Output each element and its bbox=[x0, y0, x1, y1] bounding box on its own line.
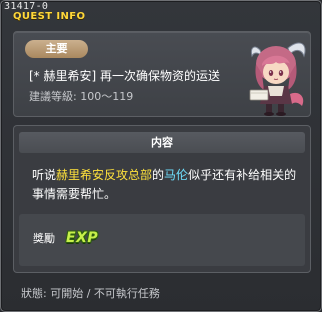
quest-info-window: 31417-0 QUEST INFO 主要 [* 赫里希安] 再一次确保物资的运… bbox=[0, 0, 322, 312]
quest-category-tag: 主要 bbox=[25, 40, 88, 58]
description-text: 听说 bbox=[32, 168, 57, 182]
quest-header-panel: 主要 [* 赫里希安] 再一次确保物资的运送 建議等級: 100～119 bbox=[13, 31, 311, 117]
exp-reward-icon[interactable]: EXP bbox=[66, 229, 98, 247]
description-text: 的 bbox=[152, 168, 165, 182]
reward-box: 獎勵 EXP bbox=[19, 214, 305, 266]
quest-content-panel: 内容 听说赫里希安反攻总部的马伦似乎还有补给相关的事情需要帮忙。 獎勵 EXP bbox=[13, 125, 311, 273]
recommended-level: 建議等級: 100～119 bbox=[29, 90, 134, 103]
npc-portrait bbox=[249, 42, 306, 116]
quest-status: 狀態: 可開始 / 不可執行任務 bbox=[21, 287, 160, 300]
description-place-highlight: 赫里希安反攻总部 bbox=[56, 168, 153, 182]
window-title: QUEST INFO bbox=[13, 11, 86, 22]
content-section-title: 内容 bbox=[19, 132, 305, 153]
quest-name: [* 赫里希安] 再一次确保物资的运送 bbox=[29, 69, 220, 83]
reward-label: 獎勵 bbox=[33, 232, 55, 245]
description-npc-highlight: 马伦 bbox=[164, 168, 189, 182]
quest-description: 听说赫里希安反攻总部的马伦似乎还有补给相关的事情需要帮忙。 bbox=[32, 166, 302, 204]
